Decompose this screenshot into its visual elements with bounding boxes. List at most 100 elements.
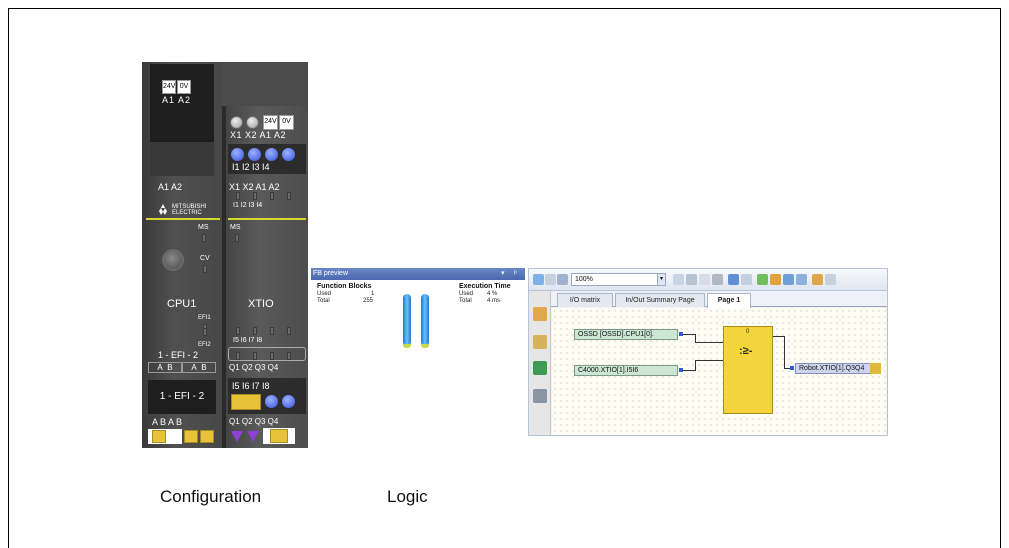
add-output-icon[interactable]	[533, 361, 547, 375]
screw-icon	[230, 116, 243, 129]
input-node-ossd[interactable]: OSSD [OSSD].CPU1[0].	[574, 329, 678, 340]
fb-used-label: Used	[317, 291, 332, 297]
efi1-label: EFI1	[198, 315, 211, 321]
xtio-led-ms-label: MS	[230, 224, 241, 231]
fb-total-value: 255	[363, 298, 374, 304]
zoom-select[interactable]: 100%	[571, 273, 665, 286]
cut-icon[interactable]	[686, 274, 697, 285]
input-led-icon	[265, 395, 278, 408]
wire	[695, 360, 725, 361]
fb-total-label: Total	[317, 298, 330, 304]
wire	[695, 360, 696, 371]
cpu-led-cv	[203, 265, 207, 273]
caption-logic: Logic	[387, 487, 428, 506]
status-led	[236, 352, 240, 360]
xtio-led-ms	[235, 234, 239, 242]
function-block-number: 0	[746, 329, 750, 335]
dropdown-arrow-icon[interactable]: ▾	[501, 268, 505, 280]
cpu-front-labels: A1 A2	[158, 182, 183, 192]
align-icon[interactable]	[783, 274, 794, 285]
settings-icon[interactable]	[825, 274, 836, 285]
safety-controller-module: 24V 0V A1 A2 24V 0V X1 X2 A1 A2 I1 I2 I3…	[142, 62, 308, 448]
xtio-bottom-input-labels: I5 I6 I7 I8	[232, 381, 270, 391]
input-node-c4000[interactable]: C4000.XTIO[1].I5I6	[574, 365, 678, 376]
port-label: B	[201, 363, 207, 372]
add-input-icon[interactable]	[533, 335, 547, 349]
screw-icon	[246, 116, 259, 129]
cpu-led-cv-label: CV	[200, 255, 210, 262]
copy-page-icon[interactable]	[673, 274, 684, 285]
input-pin	[790, 366, 794, 370]
cpu-led-ms-label: MS	[198, 224, 209, 231]
fb-preview-title: FB preview	[311, 268, 525, 280]
gauge-base	[403, 344, 411, 348]
status-led	[287, 352, 291, 360]
redo-icon[interactable]	[741, 274, 752, 285]
port-label: A	[157, 363, 163, 372]
xtio-front-labels: X1 X2 A1 A2	[229, 182, 280, 192]
function-block[interactable]: 0 :≥-	[723, 326, 773, 414]
delete-icon[interactable]	[712, 274, 723, 285]
status-led	[270, 192, 274, 200]
cpu-terminal-24v: 24V	[162, 80, 176, 94]
caption-configuration: Configuration	[160, 487, 262, 506]
undo-icon[interactable]	[728, 274, 739, 285]
cpu-yellow-stripe	[146, 218, 220, 220]
output-node-robot[interactable]: Robot.XTIO[1].Q3Q4	[795, 363, 881, 374]
paste-icon[interactable]	[699, 274, 710, 285]
xtio-front-inputs: I1 I2 I3 I4	[233, 202, 263, 209]
lock-icon[interactable]	[812, 274, 823, 285]
efi-bottom-labels: A B A B	[152, 417, 183, 427]
grid-icon[interactable]	[770, 274, 781, 285]
zoom-out-icon[interactable]	[545, 274, 556, 285]
cpu-top-connector: 24V 0V A1 A2	[150, 64, 214, 142]
efi2-label: EFI2	[198, 342, 211, 348]
efi-slot-icon	[200, 430, 214, 443]
robot-icon	[270, 429, 288, 443]
xtio-terminal-24v: 24V	[263, 115, 278, 130]
logic-canvas[interactable]: OSSD [OSSD].CPU1[0]. C4000.XTIO[1].I5I6 …	[552, 308, 886, 435]
rotary-switch-knob[interactable]	[162, 249, 184, 271]
wire	[695, 342, 725, 343]
tab-io-matrix[interactable]: I/O matrix	[557, 293, 613, 307]
zoom-fit-icon[interactable]	[533, 274, 544, 285]
pin-icon[interactable]: ᵖ	[514, 268, 517, 280]
et-total-label: Total	[459, 298, 472, 304]
wire	[683, 334, 695, 335]
status-led	[287, 327, 291, 335]
efi-connector: 1 - EFI - 2	[148, 380, 216, 414]
status-led	[236, 327, 240, 335]
output-arrow-icon	[247, 431, 259, 442]
zoom-dropdown-icon[interactable]: ▾	[657, 273, 666, 286]
editor-sidebar	[529, 291, 551, 435]
pointer-icon[interactable]	[557, 274, 568, 285]
function-blocks-gauge	[403, 294, 411, 346]
function-blocks-heading: Function Blocks	[317, 283, 372, 290]
status-led	[270, 327, 274, 335]
execution-time-gauge	[421, 294, 429, 346]
xtio-terminal-0v: 0V	[279, 115, 294, 130]
sensor-icon	[152, 430, 166, 443]
xtio-yellow-stripe	[228, 218, 306, 220]
wire	[683, 370, 695, 371]
status-led	[287, 192, 291, 200]
xtio-input-labels-top: I1 I2 I3 I4	[232, 162, 270, 172]
et-used-value: 4 %	[487, 291, 498, 297]
connect-icon[interactable]	[757, 274, 768, 285]
efi2-led	[203, 328, 207, 336]
editor-toolbar: 100% ▾	[529, 269, 887, 291]
cpu-name-label: CPU1	[167, 298, 197, 310]
xtio-bottom-output-labels: Q1 Q2 Q3 Q4	[229, 417, 279, 426]
mitsubishi-logo-icon	[156, 203, 170, 215]
robot-icon	[870, 363, 881, 374]
order-icon[interactable]	[796, 274, 807, 285]
efi-label: 1 - EFI - 2	[158, 350, 199, 360]
efi-slot-icon	[184, 430, 198, 443]
element-tool-icon[interactable]	[533, 307, 547, 321]
add-page-icon[interactable]	[533, 389, 547, 403]
et-used-label: Used	[459, 291, 474, 297]
tab-page-1[interactable]: Page 1	[707, 293, 751, 308]
port-label: A	[191, 363, 197, 372]
tab-in-out-summary[interactable]: In/Out Summary Page	[615, 293, 705, 307]
fb-used-value: 1	[371, 291, 375, 297]
